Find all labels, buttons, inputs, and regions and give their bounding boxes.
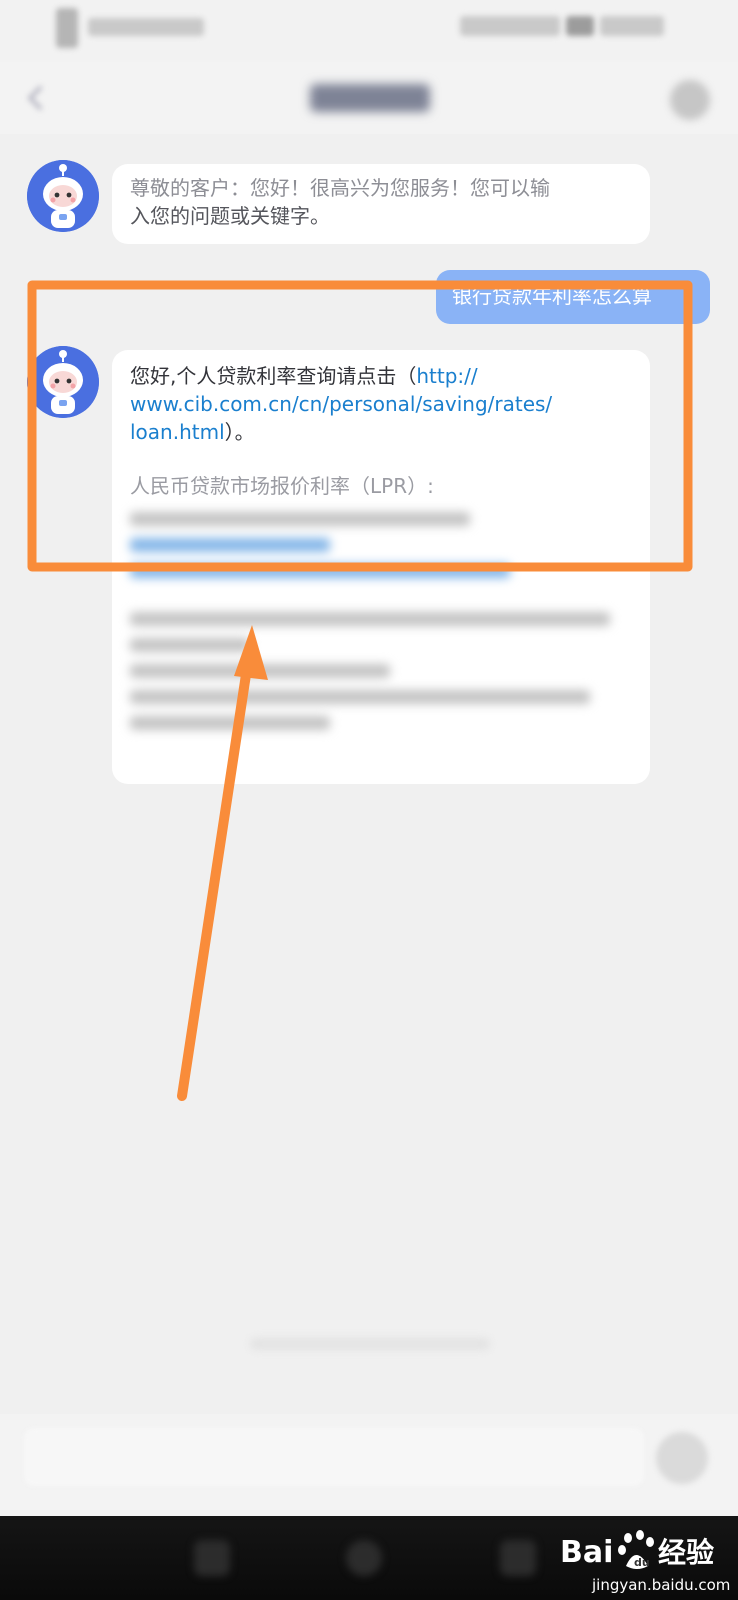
battery-icon [566, 16, 594, 36]
user-message: 银行贷款年利率怎么算 [436, 270, 710, 324]
robot-avatar-icon [27, 160, 99, 232]
watermark-logo-right: 经验 [658, 1536, 714, 1569]
watermark-logo-left: Bai [560, 1535, 613, 1570]
nav-home-button[interactable] [346, 1540, 382, 1576]
rates-link-part-2[interactable]: www.cib.com.cn/cn/personal/saving/rates/ [130, 392, 552, 416]
clock [600, 16, 664, 36]
reply-after-link: ）。 [224, 420, 255, 444]
svg-text:du: du [634, 1556, 650, 1569]
carrier-name [88, 18, 204, 36]
back-icon[interactable] [20, 82, 52, 114]
input-bar [0, 1414, 738, 1520]
carrier-logo [56, 8, 78, 48]
nav-back-button[interactable] [194, 1540, 230, 1576]
reply-intro: 您好,个人贷款利率查询请点击（ [130, 364, 417, 388]
lpr-heading: 人民币贷款市场报价利率（LPR）: [130, 474, 434, 498]
welcome-line-1: 尊敬的客户：您好！很高兴为您服务！您可以输 [130, 176, 550, 200]
rates-link-part-3[interactable]: loan.html [130, 420, 225, 444]
status-bar [0, 0, 738, 62]
top-app-bar [0, 62, 738, 134]
watermark-url: jingyan.baidu.com [592, 1576, 731, 1594]
welcome-line-2: 入您的问题或关键字。 [130, 204, 330, 228]
baidu-paw-icon: Bai du 经验 [560, 1530, 714, 1570]
bot-avatar [27, 160, 99, 232]
baidu-jingyan-watermark: Bai du 经验 [560, 1524, 730, 1576]
robot-avatar-icon [27, 346, 99, 418]
menu-icon[interactable] [670, 80, 710, 120]
blurred-hint [250, 1338, 490, 1350]
chat-area[interactable]: 尊敬的客户：您好！很高兴为您服务！您可以输 入您的问题或关键字。 银行贷款年利率… [0, 134, 738, 1414]
bot-reply: 您好,个人贷款利率查询请点击（http:// www.cib.com.cn/cn… [112, 350, 650, 784]
blurred-reply-content [130, 512, 632, 730]
status-icons [460, 16, 560, 36]
page-title [310, 84, 430, 112]
bot-avatar [27, 346, 99, 418]
welcome-message: 尊敬的客户：您好！很高兴为您服务！您可以输 入您的问题或关键字。 [112, 164, 650, 244]
nav-recents-button[interactable] [500, 1540, 536, 1576]
send-icon[interactable] [656, 1432, 708, 1484]
user-message-text: 银行贷款年利率怎么算 [452, 284, 652, 308]
rates-link-part-1[interactable]: http:// [416, 364, 477, 388]
message-input[interactable] [24, 1428, 644, 1486]
